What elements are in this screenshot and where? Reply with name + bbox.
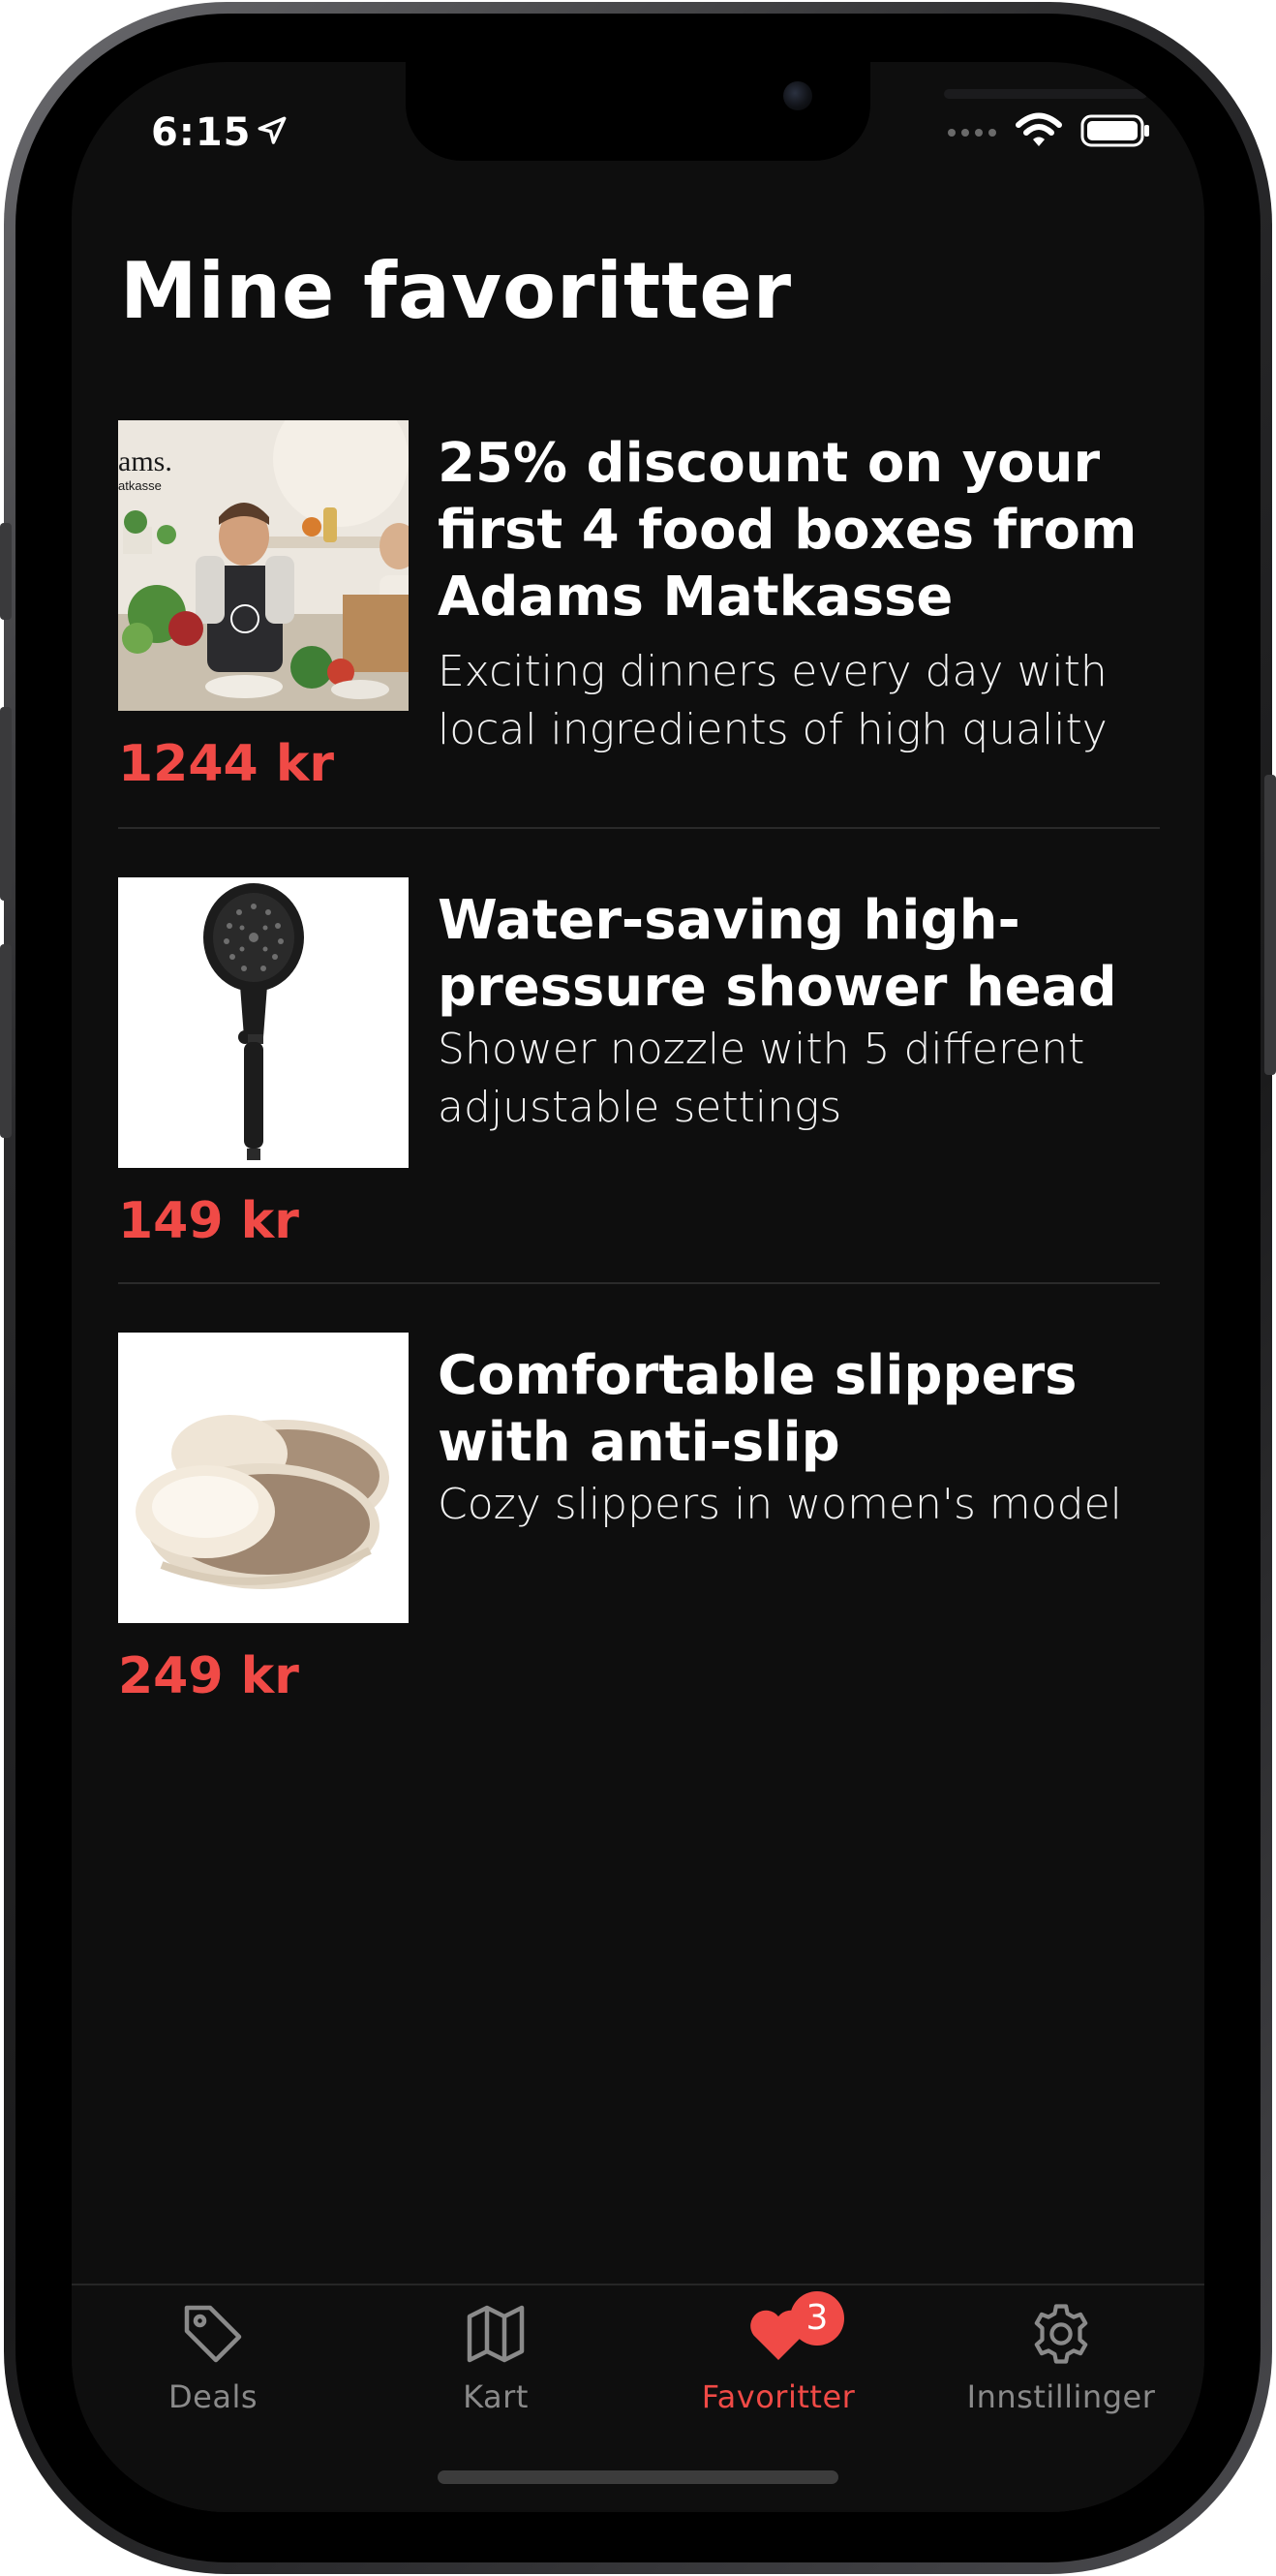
- tab-label: Deals: [168, 2378, 258, 2415]
- app-screen: 6:15 Mine favoritter ams. atkasse 1244 k…: [72, 62, 1204, 2512]
- shower-head-photo: [118, 877, 409, 1168]
- tab-deals[interactable]: Deals: [72, 2299, 354, 2415]
- map-icon: [461, 2299, 531, 2369]
- price: 149 kr: [118, 1192, 299, 1250]
- item-description: Shower nozzle with 5 different adjustabl…: [438, 1025, 1085, 1132]
- tab-favoritter[interactable]: 3 Favoritter: [637, 2291, 920, 2415]
- food-box-photo: ams. atkasse: [118, 420, 409, 711]
- cellular-dots-icon: [948, 129, 996, 137]
- favorite-item[interactable]: ams. atkasse 1244 kr 25% discount on you…: [118, 420, 1160, 829]
- gear-icon: [1026, 2299, 1096, 2369]
- food-box-sub-text: atkasse: [118, 478, 162, 493]
- side-button-volume-up: [0, 707, 12, 901]
- item-title: Water-saving high-pressure shower head: [438, 889, 1117, 1019]
- favorite-item[interactable]: 249 kr Comfortable slippers with anti-sl…: [118, 1284, 1160, 1739]
- item-title: Comfortable slippers with anti-slip: [438, 1344, 1078, 1474]
- price: 1244 kr: [118, 735, 335, 793]
- favorite-item[interactable]: 149 kr Water-saving high-pressure shower…: [118, 829, 1160, 1284]
- notch: [406, 62, 1147, 161]
- side-button-power: [1264, 775, 1276, 1075]
- price: 249 kr: [118, 1647, 299, 1705]
- tab-label: Kart: [463, 2378, 529, 2415]
- home-indicator[interactable]: [438, 2470, 838, 2484]
- product-image-food-box: ams. atkasse: [118, 420, 409, 711]
- battery-icon: [1080, 114, 1149, 147]
- item-title: 25% discount on your first 4 food boxes …: [438, 432, 1138, 629]
- slippers-photo: [118, 1333, 409, 1623]
- side-button-silent: [0, 523, 12, 620]
- tab-label: Innstillinger: [966, 2378, 1156, 2415]
- heart-icon: 3: [744, 2291, 844, 2369]
- tab-innstillinger[interactable]: Innstillinger: [920, 2299, 1202, 2415]
- status-indicators: [947, 112, 1150, 149]
- tag-icon: [178, 2299, 248, 2369]
- favorites-count-badge: 3: [790, 2291, 844, 2346]
- status-time: 6:15: [151, 110, 252, 155]
- earpiece-speaker: [944, 89, 1147, 99]
- tab-kart[interactable]: Kart: [354, 2299, 637, 2415]
- tab-label: Favoritter: [701, 2378, 856, 2415]
- page-title: Mine favoritter: [120, 246, 793, 336]
- wifi-icon: [1016, 112, 1062, 146]
- item-description: Cozy slippers in women's model: [438, 1480, 1122, 1529]
- location-arrow-icon: [258, 116, 287, 144]
- side-button-volume-down: [0, 944, 12, 1138]
- product-image-slippers: [118, 1333, 409, 1623]
- product-image-shower-head: [118, 877, 409, 1168]
- front-camera: [783, 81, 812, 110]
- favorites-list: ams. atkasse 1244 kr 25% discount on you…: [118, 420, 1160, 1739]
- food-box-brand-text: ams.: [118, 445, 172, 477]
- item-description: Exciting dinners every day with local in…: [438, 647, 1108, 754]
